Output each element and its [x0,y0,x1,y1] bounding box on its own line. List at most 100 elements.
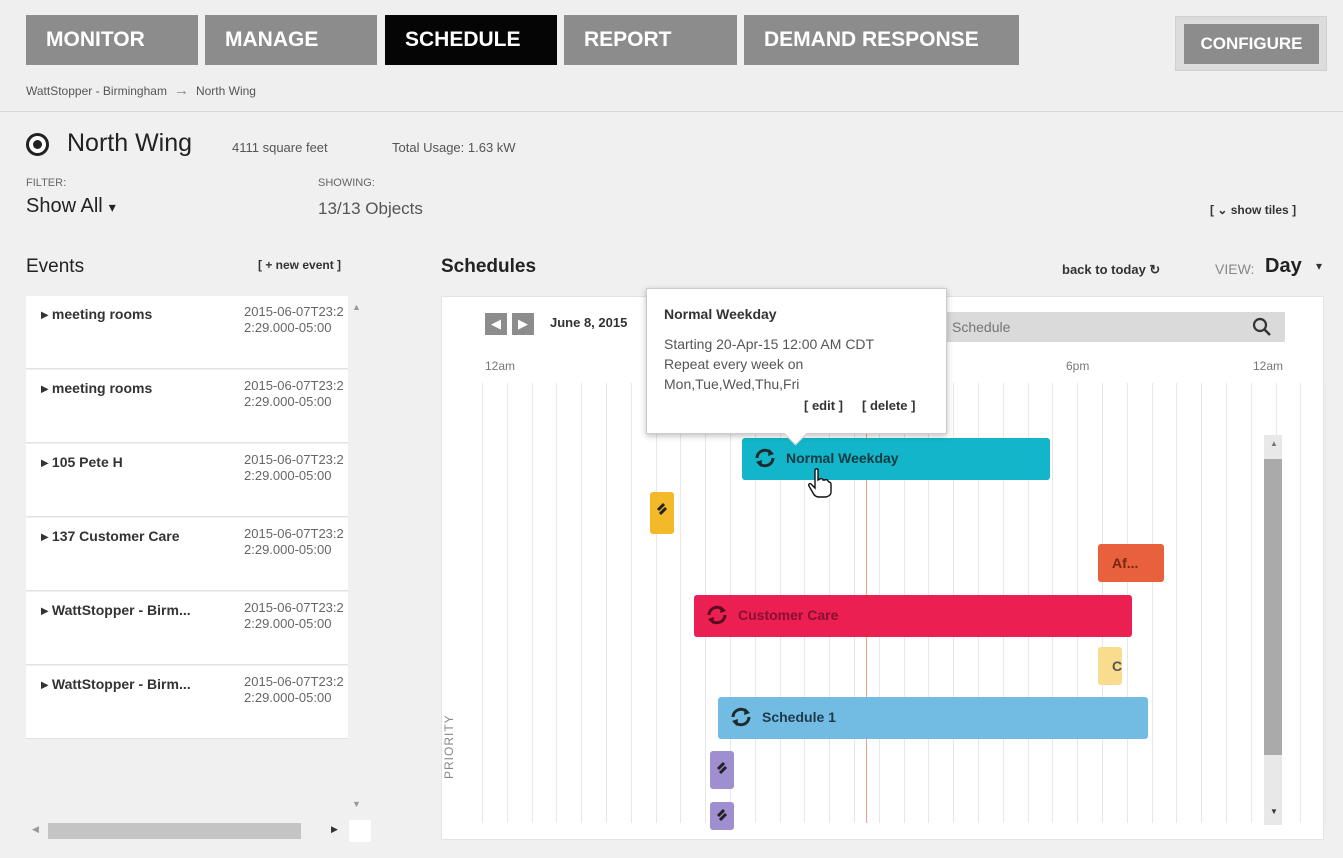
filter-dropdown[interactable]: Show All ▾ [26,195,116,218]
schedule-bar-after-hours[interactable]: Af... [1098,544,1164,582]
schedule-bar-purple[interactable] [710,751,734,789]
list-item[interactable]: ▸ WattStopper - Birm... 2015-06-07T23:22… [26,666,348,739]
events-horizontal-scrollbar[interactable]: ◀ ▶ [26,820,371,842]
hour-label-6pm: 6pm [1066,359,1090,373]
top-navigation-bar: MONITOR MANAGE SCHEDULE REPORT DEMAND RE… [0,0,1343,112]
chevron-down-icon: ▾ [108,199,116,215]
scroll-right-arrow-icon[interactable]: ▶ [331,824,338,835]
events-list: ▸ meeting rooms 2015-06-07T23:22:29.000-… [26,296,371,846]
grid-line [656,383,657,823]
scroll-left-arrow-icon[interactable]: ◀ [32,824,39,835]
schedule-bar-yellow[interactable] [650,492,674,534]
tooltip-start: Starting 20-Apr-15 12:00 AM CDT [664,336,875,352]
grid-line [556,383,557,823]
grid-line [532,383,533,823]
scroll-down-arrow-icon[interactable]: ▼ [352,799,361,809]
repeat-icon [716,808,728,822]
event-date: 2015-06-07T23:22:29.000-05:00 [244,304,344,335]
schedule-bar-light-yellow[interactable]: C [1098,647,1122,685]
list-item[interactable]: ▸ WattStopper - Birm... 2015-06-07T23:22… [26,592,348,665]
event-name: ▸ meeting rooms [41,380,153,396]
repeat-icon [731,707,751,727]
page-title: North Wing [67,129,193,157]
events-title: Events [26,256,85,277]
schedule-bar-label: Af... [1112,555,1139,571]
breadcrumb-root[interactable]: WattStopper - Birmingham [26,84,167,98]
delete-link[interactable]: [ delete ] [862,398,915,413]
square-footage: 4111 square feet [232,140,328,155]
grid-line [680,383,681,823]
configure-button[interactable]: CONFIGURE [1184,24,1319,64]
back-to-today-link[interactable]: back to today ↻ [1062,262,1160,278]
search-icon[interactable] [1252,317,1272,337]
event-date: 2015-06-07T23:22:29.000-05:00 [244,378,344,409]
tooltip-repeat: Repeat every week on [664,356,804,372]
list-item[interactable]: ▸ 137 Customer Care 2015-06-07T23:22:29.… [26,518,348,591]
breadcrumb-current[interactable]: North Wing [196,84,256,98]
total-usage: Total Usage: 1.63 kW [392,140,516,155]
scroll-up-arrow-icon[interactable]: ▲ [1270,439,1278,448]
schedules-title: Schedules [441,256,537,277]
tab-schedule[interactable]: SCHEDULE [385,15,557,65]
event-date: 2015-06-07T23:22:29.000-05:00 [244,526,344,557]
prev-day-button[interactable]: ◀ [485,313,507,335]
list-item[interactable]: ▸ meeting rooms 2015-06-07T23:22:29.000-… [26,370,348,443]
breadcrumb-arrow-icon: → [173,82,189,99]
show-tiles-link[interactable]: [ ⌄ show tiles ] [1210,203,1296,217]
tab-demand-response[interactable]: DEMAND RESPONSE [744,15,1019,65]
scroll-up-arrow-icon[interactable]: ▲ [352,302,361,312]
schedule-bar-purple[interactable] [710,802,734,830]
tab-manage[interactable]: MANAGE [205,15,377,65]
scrollbar-thumb[interactable] [48,823,301,839]
list-item[interactable]: ▸ meeting rooms 2015-06-07T23:22:29.000-… [26,296,348,369]
next-day-button[interactable]: ▶ [512,313,534,335]
scrollbar-thumb[interactable] [1264,459,1282,755]
event-name: ▸ meeting rooms [41,306,153,322]
grid-line [606,383,607,823]
scroll-down-arrow-icon[interactable]: ▼ [1270,807,1278,816]
priority-vertical-scrollbar[interactable]: ▲ ▼ [1264,435,1282,825]
schedule-bar-label: Normal Weekday [786,450,899,466]
event-date: 2015-06-07T23:22:29.000-05:00 [244,452,344,483]
schedule-tooltip: Normal Weekday Starting 20-Apr-15 12:00 … [646,288,947,434]
schedule-bar-label: Schedule 1 [762,709,836,725]
repeat-icon [656,502,668,516]
repeat-icon [755,448,775,468]
grid-line [1176,383,1177,823]
grid-line [631,383,632,823]
tooltip-title: Normal Weekday [664,306,777,322]
grid-line [1325,383,1326,823]
grid-line [581,383,582,823]
schedule-bar-label: C [1112,658,1122,674]
grid-line [1300,383,1301,823]
schedule-bar-customer-care[interactable]: Customer Care [694,595,1132,637]
chevron-down-icon[interactable]: ▾ [1316,259,1322,273]
breadcrumb: WattStopper - Birmingham → North Wing [26,82,256,99]
event-name: ▸ 105 Pete H [41,454,123,470]
view-dropdown[interactable]: Day [1265,255,1302,278]
showing-label: SHOWING: [318,177,375,189]
schedule-search-input[interactable] [942,312,1285,342]
tab-monitor[interactable]: MONITOR [26,15,198,65]
grid-line [1201,383,1202,823]
tab-report[interactable]: REPORT [564,15,737,65]
new-event-link[interactable]: [ + new event ] [258,258,341,272]
current-date: June 8, 2015 [550,315,628,330]
repeat-icon [707,605,727,625]
filter-label: FILTER: [26,177,67,189]
edit-link[interactable]: [ edit ] [804,398,843,413]
filter-value: Show All [26,195,103,217]
list-item[interactable]: ▸ 105 Pete H 2015-06-07T23:22:29.000-05:… [26,444,348,517]
event-name: ▸ WattStopper - Birm... [41,676,191,692]
back-arrow-icon[interactable] [26,133,49,156]
event-name: ▸ 137 Customer Care [41,528,180,544]
hand-cursor-icon [808,468,832,498]
event-date: 2015-06-07T23:22:29.000-05:00 [244,674,344,705]
repeat-icon [716,761,728,775]
schedule-bar-normal-weekday[interactable]: Normal Weekday [742,438,1050,480]
scrollbar-corner [349,820,371,842]
event-name: ▸ WattStopper - Birm... [41,602,191,618]
schedule-bar-schedule-1[interactable]: Schedule 1 [718,697,1148,739]
grid-line [1152,383,1153,823]
tooltip-days: Mon,Tue,Wed,Thu,Fri [664,376,800,392]
